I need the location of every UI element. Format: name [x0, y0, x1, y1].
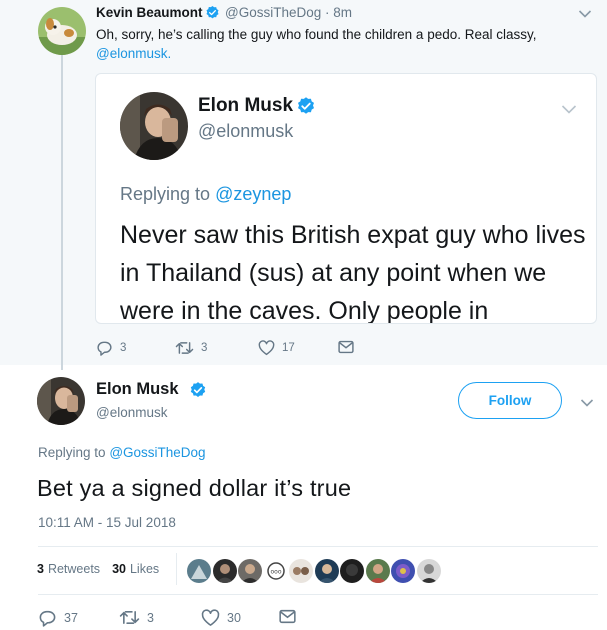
retweet-icon [119, 611, 140, 624]
author-handle[interactable]: @GossiTheDog · 8m [225, 5, 352, 20]
quoted-tweet-card[interactable]: Elon Musk @elonmusk Replying to @zeynep … [95, 73, 597, 324]
replying-to: Replying to @GossiTheDog [38, 445, 206, 460]
like-icon [258, 340, 275, 356]
likes-stat[interactable]: 30 Likes [112, 562, 159, 576]
chevron-down-icon[interactable] [561, 102, 577, 120]
quoted-author-handle[interactable]: @elonmusk [198, 121, 293, 142]
retweet-button[interactable]: 3 [175, 340, 207, 356]
avatar-elon-musk[interactable] [120, 92, 188, 160]
liker-avatar[interactable] [391, 559, 415, 583]
liker-avatars: ooo [187, 559, 442, 583]
like-icon [201, 609, 220, 626]
author-name[interactable]: Kevin Beaumont [96, 5, 203, 20]
avatar-elon-musk[interactable] [37, 377, 85, 425]
retweet-icon [175, 342, 194, 354]
follow-button[interactable]: Follow [458, 382, 562, 419]
dm-button[interactable] [279, 609, 303, 624]
reply-count: 3 [120, 342, 127, 354]
thread-connector [61, 52, 63, 370]
liker-avatar[interactable] [365, 559, 390, 583]
liker-avatar[interactable] [212, 559, 237, 583]
likes-label: Likes [129, 562, 160, 576]
reply-button[interactable]: 37 [38, 609, 78, 627]
mention-link[interactable]: @zeynep [215, 184, 291, 204]
retweets-label: Retweets [47, 562, 101, 576]
retweet-button[interactable]: 3 [119, 609, 154, 626]
reply-button[interactable]: 3 [96, 340, 126, 356]
liker-avatar[interactable] [289, 559, 313, 583]
chevron-down-icon[interactable] [580, 395, 594, 413]
reply-tweet[interactable]: Kevin Beaumont @GossiTheDog · 8m Oh, sor… [0, 0, 607, 370]
retweet-count: 3 [147, 610, 154, 625]
liker-avatar[interactable] [314, 559, 339, 583]
mention-link[interactable]: @GossiTheDog [109, 445, 205, 460]
quoted-replying-to: Replying to @zeynep [120, 184, 292, 204]
reply-icon [39, 610, 56, 627]
liker-avatar[interactable] [238, 559, 262, 583]
avatar-kevin-beaumont[interactable] [38, 7, 86, 55]
retweet-count: 3 [201, 342, 208, 354]
reply-count: 37 [64, 611, 78, 625]
like-count: 30 [227, 611, 241, 625]
like-count: 17 [282, 342, 295, 354]
liker-avatar[interactable] [416, 559, 441, 583]
verified-badge-icon [296, 96, 316, 121]
dm-icon [279, 609, 296, 624]
reply-icon [97, 341, 112, 356]
timestamp[interactable]: 10:11 AM - 15 Jul 2018 [38, 515, 176, 530]
svg-text:ooo: ooo [270, 569, 281, 576]
liker-avatar[interactable] [187, 559, 211, 583]
like-button[interactable]: 30 [201, 609, 241, 627]
verified-badge-icon [205, 5, 220, 25]
retweets-stat[interactable]: 3 Retweets [37, 562, 100, 576]
like-button[interactable]: 17 [258, 340, 295, 356]
stats-separator [176, 553, 177, 585]
retweets-count: 3 [37, 562, 44, 576]
liker-avatar[interactable]: ooo [263, 559, 288, 583]
quoted-tweet-text: Never saw this British expat guy who liv… [120, 221, 586, 324]
divider [38, 546, 598, 547]
dm-icon [338, 340, 354, 354]
chevron-down-icon[interactable] [578, 6, 592, 24]
dm-button[interactable] [338, 340, 361, 354]
tweet-stats: 3 Retweets 30 Likes [37, 562, 171, 576]
author-name[interactable]: Elon Musk [96, 380, 179, 399]
tweet-text: Oh, sorry, he’s calling the guy who foun… [96, 27, 537, 61]
quoted-author-name[interactable]: Elon Musk [198, 95, 293, 117]
divider [38, 594, 598, 595]
verified-badge-icon [189, 381, 207, 404]
mention-link[interactable]: @elonmusk. [96, 46, 171, 61]
liker-avatar[interactable] [340, 559, 364, 583]
likes-count: 30 [112, 562, 126, 576]
author-handle[interactable]: @elonmusk [96, 405, 167, 420]
tweet-text: Bet ya a signed dollar it’s true [37, 475, 352, 501]
